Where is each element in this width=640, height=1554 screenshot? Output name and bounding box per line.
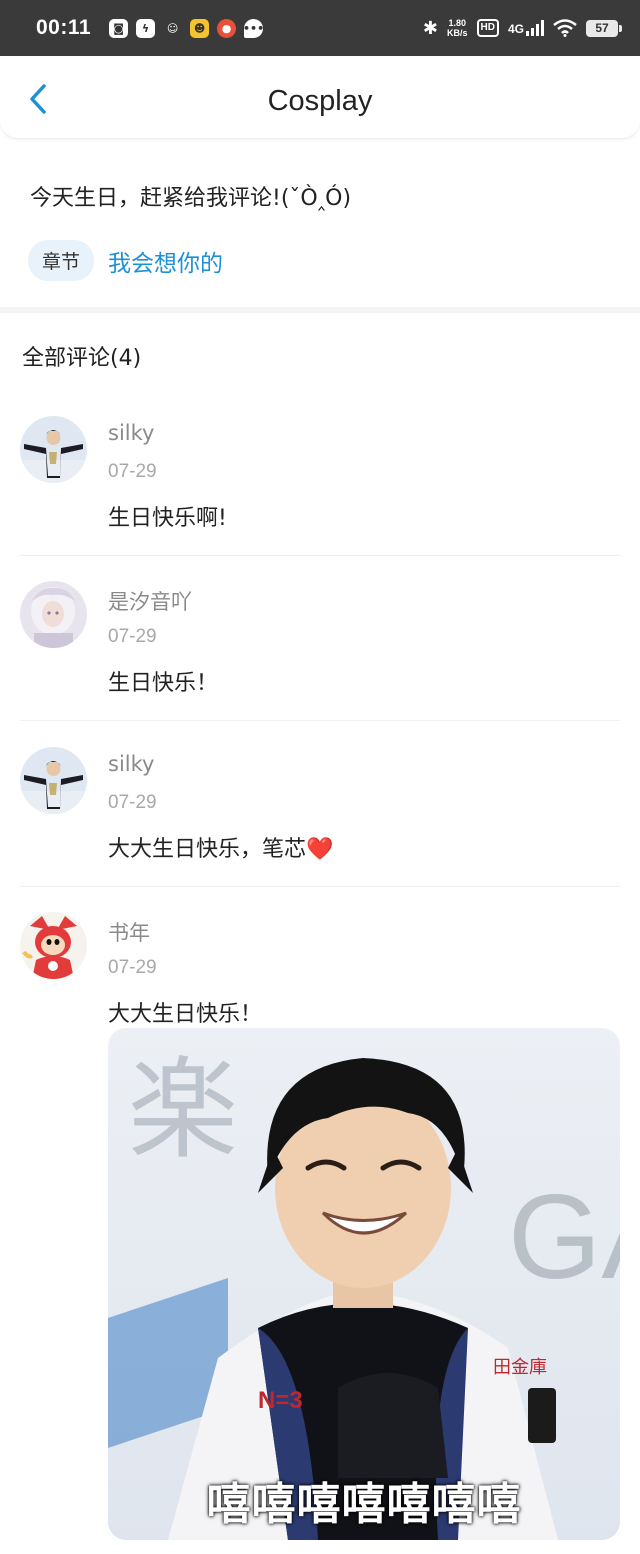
comment-divider [20, 720, 620, 721]
notification-icons: ◙ ϟ ☺ ☻ ● ••• [109, 18, 264, 38]
comment-text: 生日快乐啊! [108, 506, 227, 531]
comment-divider [20, 555, 620, 556]
section-divider [0, 307, 640, 313]
comment-username[interactable]: 是汐音吖 [108, 586, 192, 616]
meme-photo-image: 楽 GAI N=3 田金庫 [108, 1028, 620, 1540]
comment-text: 生日快乐！ [108, 671, 219, 696]
app-notification-icon: ◙ [109, 18, 129, 38]
comments-header: 全部评论(4) [22, 346, 142, 371]
hd-icon: HD [476, 19, 499, 37]
skater-avatar-image [20, 747, 87, 814]
wifi-icon [553, 19, 577, 37]
comment-date: 07-29 [108, 461, 157, 482]
comment-username[interactable]: silky [108, 752, 154, 776]
network-type: 4G [507, 22, 524, 36]
comment-date: 07-29 [108, 792, 157, 813]
comment-image[interactable]: 楽 GAI N=3 田金庫 嘻嘻嘻嘻嘻嘻嘻 [108, 1028, 620, 1540]
status-time: 00:11 [36, 16, 92, 39]
bolt-app-icon: ϟ [136, 18, 156, 38]
signal-bars-icon [526, 20, 544, 36]
chapter-tag: 章节 [28, 240, 95, 281]
post-text: 今天生日，赶紧给我评论!(ˇÒ‸Ó) [30, 186, 352, 211]
comment-username[interactable]: 书年 [108, 917, 150, 947]
top-navigation-bar: Cosplay [0, 57, 640, 139]
bluetooth-icon: ✱ [422, 17, 439, 39]
svg-text:GAI: GAI [508, 1170, 620, 1304]
network-speed: 1.80 KB/s [447, 18, 468, 38]
meme-caption: 嘻嘻嘻嘻嘻嘻嘻 [206, 1479, 522, 1530]
comment-divider [20, 886, 620, 887]
page-title: Cosplay [267, 85, 373, 117]
avatar[interactable] [20, 581, 87, 648]
cartoon-avatar-image [20, 912, 87, 979]
chat-bubble-icon: ••• [243, 18, 264, 38]
comment-date: 07-29 [108, 957, 157, 978]
svg-text:楽: 楽 [128, 1046, 238, 1174]
svg-text:田金庫: 田金庫 [493, 1357, 547, 1378]
system-status: ✱ 1.80 KB/s HD 4G 57 [422, 17, 622, 39]
speed-unit: KB/s [447, 28, 468, 38]
comment-username[interactable]: silky [108, 421, 154, 445]
skater-avatar-image [20, 416, 87, 483]
chapter-row: 章节 我会想你的 [28, 240, 223, 281]
comment-text: 大大生日快乐！ [108, 1002, 263, 1027]
avatar[interactable] [20, 912, 87, 979]
svg-text:N=3: N=3 [258, 1387, 303, 1414]
yellow-app-icon: ☻ [190, 18, 210, 38]
battery-icon: 57 [586, 19, 622, 37]
status-bar: 00:11 ◙ ϟ ☺ ☻ ● ••• ✱ 1.80 KB/s HD 4G 57 [0, 0, 640, 56]
anime-girl-avatar-image [20, 581, 87, 648]
comment-text: 大大生日快乐，笔芯❤️ [108, 837, 334, 862]
avatar[interactable] [20, 747, 87, 814]
round-app-icon: ● [217, 18, 237, 38]
cat-app-icon: ☺ [166, 21, 179, 35]
comment-date: 07-29 [108, 626, 157, 647]
chapter-link[interactable]: 我会想你的 [108, 244, 223, 278]
avatar[interactable] [20, 416, 87, 483]
cellular-signal: 4G [508, 20, 544, 36]
speed-value: 1.80 [448, 18, 467, 28]
